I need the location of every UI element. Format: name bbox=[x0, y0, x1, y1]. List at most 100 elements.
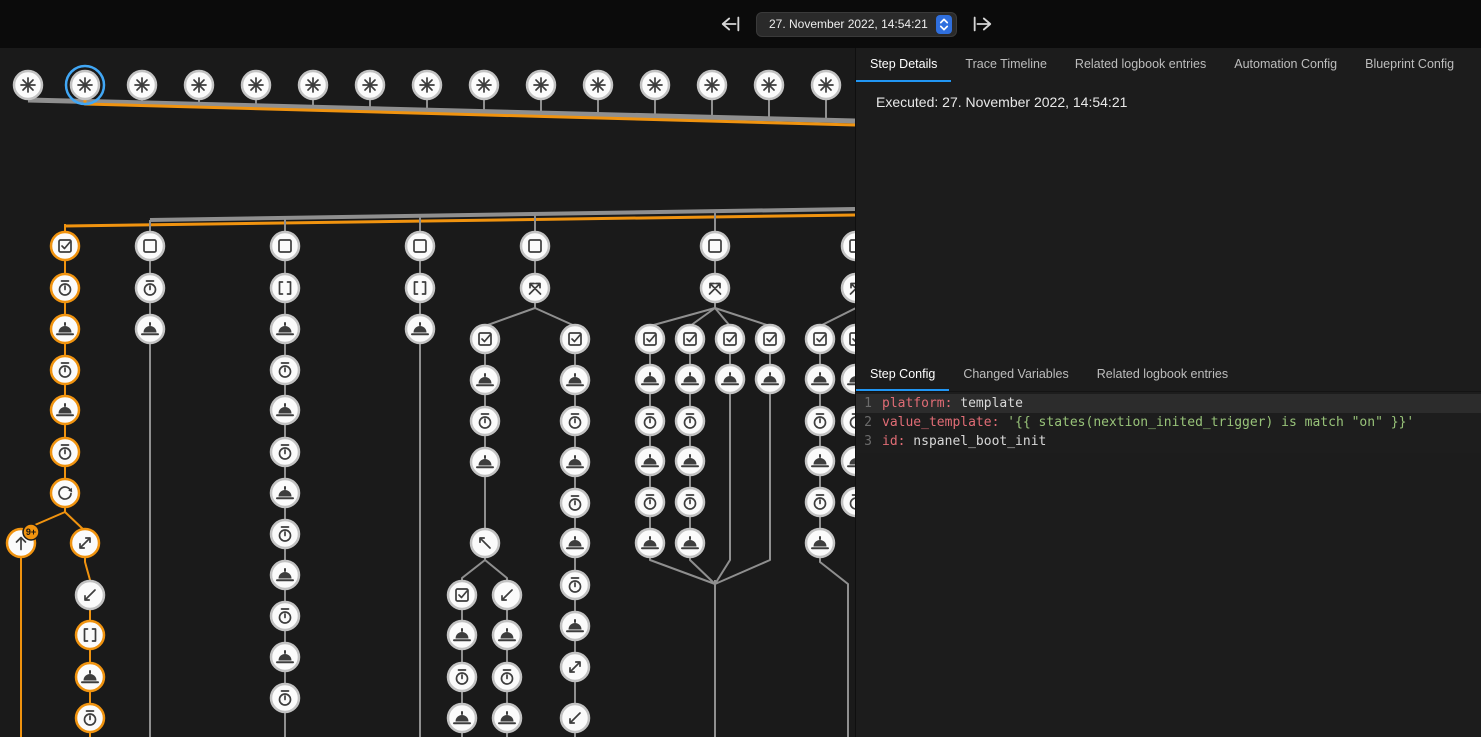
trace-node-dome[interactable] bbox=[448, 704, 476, 732]
trace-node-dome[interactable] bbox=[561, 448, 589, 476]
trace-graph[interactable]: 9+ bbox=[0, 48, 855, 737]
trace-node-timer[interactable] bbox=[271, 438, 299, 466]
trace-node-dome[interactable] bbox=[636, 447, 664, 475]
trace-node-brackets[interactable] bbox=[406, 274, 434, 302]
trace-node-timer[interactable] bbox=[448, 663, 476, 691]
trace-node-dome[interactable] bbox=[561, 612, 589, 640]
trace-node-dome[interactable] bbox=[136, 315, 164, 343]
tab-trace-timeline[interactable]: Trace Timeline bbox=[951, 48, 1061, 82]
trace-node-split[interactable] bbox=[701, 274, 729, 302]
trace-node-timer[interactable] bbox=[51, 356, 79, 384]
trace-node-timer[interactable] bbox=[676, 407, 704, 435]
trace-node-dome[interactable] bbox=[676, 365, 704, 393]
trace-node-asterisk[interactable] bbox=[698, 71, 726, 99]
trace-node-arrow-sw[interactable] bbox=[76, 581, 104, 609]
trace-node-timer[interactable] bbox=[51, 438, 79, 466]
trace-node-timer[interactable] bbox=[842, 407, 855, 435]
trace-node-dome[interactable] bbox=[271, 479, 299, 507]
trace-node-timer[interactable] bbox=[636, 488, 664, 516]
trace-node-dome[interactable] bbox=[842, 447, 855, 475]
trace-node-dome[interactable] bbox=[51, 396, 79, 424]
trace-node-asterisk[interactable] bbox=[641, 71, 669, 99]
trace-node-asterisk[interactable] bbox=[14, 71, 42, 99]
trace-node-checkbox[interactable] bbox=[448, 581, 476, 609]
trace-node-timer[interactable] bbox=[271, 684, 299, 712]
tab-related-logbook-entries[interactable]: Related logbook entries bbox=[1061, 48, 1220, 82]
next-run-button[interactable] bbox=[969, 11, 995, 37]
trace-node-timer[interactable] bbox=[271, 520, 299, 548]
trace-node-asterisk[interactable] bbox=[527, 71, 555, 99]
trace-node-dome[interactable] bbox=[636, 365, 664, 393]
trace-node-timer[interactable] bbox=[842, 488, 855, 516]
trace-node-dome[interactable] bbox=[806, 447, 834, 475]
trace-node-dome[interactable] bbox=[806, 529, 834, 557]
trace-node-box[interactable] bbox=[701, 232, 729, 260]
previous-run-button[interactable] bbox=[718, 11, 744, 37]
trace-node-timer[interactable] bbox=[493, 663, 521, 691]
tab-step-details[interactable]: Step Details bbox=[856, 48, 951, 82]
trace-node-timer[interactable] bbox=[271, 356, 299, 384]
trace-node-arrow-sw[interactable] bbox=[561, 704, 589, 732]
trace-node-box[interactable] bbox=[842, 232, 855, 260]
trace-node-asterisk[interactable] bbox=[242, 71, 270, 99]
trace-node-brackets[interactable] bbox=[271, 274, 299, 302]
trace-node-checkbox[interactable] bbox=[51, 232, 79, 260]
trace-node-dome[interactable] bbox=[406, 315, 434, 343]
tab-blueprint-config[interactable]: Blueprint Config bbox=[1351, 48, 1468, 82]
trace-node-dome[interactable] bbox=[756, 365, 784, 393]
trace-node-asterisk[interactable] bbox=[755, 71, 783, 99]
trace-node-asterisk[interactable] bbox=[413, 71, 441, 99]
trace-node-dome[interactable] bbox=[676, 447, 704, 475]
trace-node-split[interactable] bbox=[842, 274, 855, 302]
trace-node-brackets[interactable] bbox=[76, 621, 104, 649]
step-config-code[interactable]: 1platform: template2value_template: '{{ … bbox=[856, 392, 1481, 453]
trace-node-dome[interactable] bbox=[471, 366, 499, 394]
trace-node-timer[interactable] bbox=[561, 407, 589, 435]
trace-node-dome[interactable] bbox=[448, 621, 476, 649]
trace-node-repeat[interactable] bbox=[51, 479, 79, 507]
trace-node-timer[interactable] bbox=[561, 571, 589, 599]
trace-node-arrow-nw[interactable] bbox=[471, 529, 499, 557]
trace-node-timer[interactable] bbox=[561, 489, 589, 517]
trace-node-dome[interactable] bbox=[561, 529, 589, 557]
tab-step-config[interactable]: Step Config bbox=[856, 358, 949, 391]
trace-node-checkbox[interactable] bbox=[636, 325, 664, 353]
trace-node-timer[interactable] bbox=[136, 274, 164, 302]
trace-node-checkbox[interactable] bbox=[716, 325, 744, 353]
trace-node-checkbox[interactable] bbox=[756, 325, 784, 353]
trace-node-arrow-diag[interactable] bbox=[561, 653, 589, 681]
trace-node-timer[interactable] bbox=[471, 407, 499, 435]
trace-node-asterisk[interactable] bbox=[66, 66, 104, 104]
trace-node-asterisk[interactable] bbox=[128, 71, 156, 99]
tab-automation-config[interactable]: Automation Config bbox=[1220, 48, 1351, 82]
trace-node-dome[interactable] bbox=[271, 643, 299, 671]
trace-node-checkbox[interactable] bbox=[806, 325, 834, 353]
trace-node-box[interactable] bbox=[136, 232, 164, 260]
trace-node-dome[interactable] bbox=[271, 561, 299, 589]
trace-node-asterisk[interactable] bbox=[812, 71, 840, 99]
trace-node-dome[interactable] bbox=[842, 365, 855, 393]
trace-node-box[interactable] bbox=[521, 232, 549, 260]
trace-node-box[interactable] bbox=[406, 232, 434, 260]
trace-node-dome[interactable] bbox=[636, 529, 664, 557]
trace-node-dome[interactable] bbox=[493, 621, 521, 649]
trace-node-checkbox[interactable] bbox=[842, 325, 855, 353]
trace-node-asterisk[interactable] bbox=[185, 71, 213, 99]
trace-node-checkbox[interactable] bbox=[471, 325, 499, 353]
trace-node-asterisk[interactable] bbox=[584, 71, 612, 99]
trace-node-dome[interactable] bbox=[51, 315, 79, 343]
trace-node-dome[interactable] bbox=[76, 663, 104, 691]
trace-node-timer[interactable] bbox=[51, 274, 79, 302]
trace-node-timer[interactable] bbox=[76, 704, 104, 732]
trace-node-box[interactable] bbox=[271, 232, 299, 260]
tab-changed-variables[interactable]: Changed Variables bbox=[949, 358, 1082, 391]
trace-node-timer[interactable] bbox=[806, 407, 834, 435]
trace-node-timer[interactable] bbox=[636, 407, 664, 435]
trace-node-timer[interactable] bbox=[271, 602, 299, 630]
trace-node-dome[interactable] bbox=[271, 396, 299, 424]
trace-node-asterisk[interactable] bbox=[299, 71, 327, 99]
trace-node-timer[interactable] bbox=[676, 488, 704, 516]
trace-node-checkbox[interactable] bbox=[676, 325, 704, 353]
trace-node-arrow-diag[interactable] bbox=[71, 529, 99, 557]
trace-node-arrow-up[interactable]: 9+ bbox=[7, 524, 39, 557]
